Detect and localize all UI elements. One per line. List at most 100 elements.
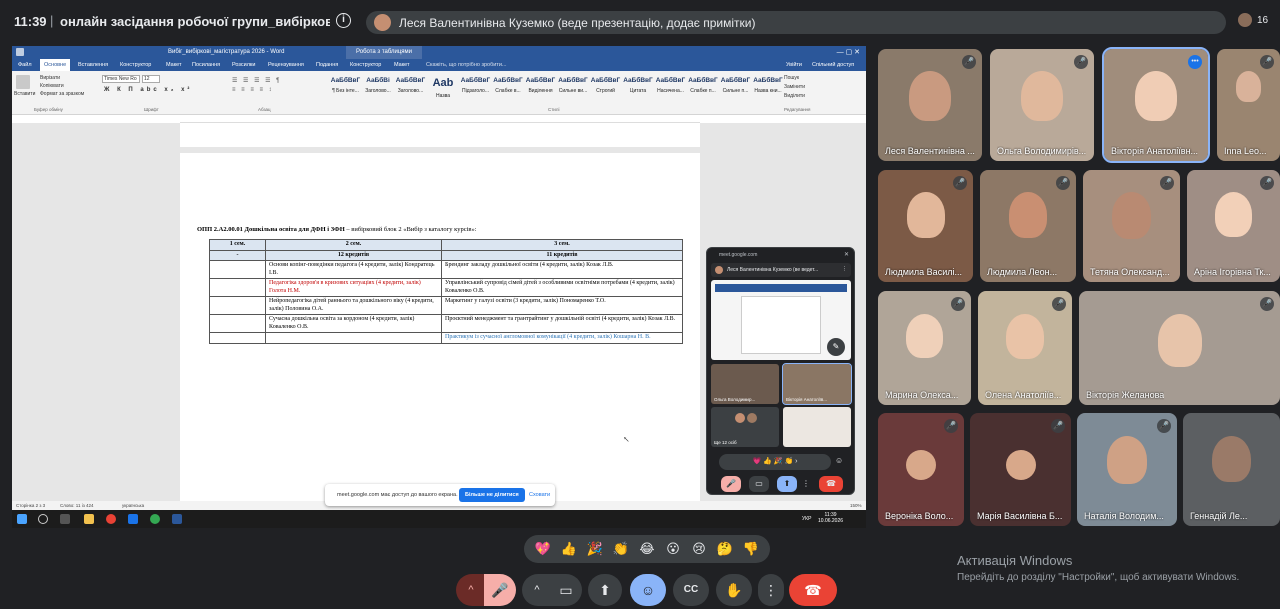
mic-off-icon[interactable]: 🎤: [484, 574, 516, 606]
pip-leave-button[interactable]: ☎: [819, 476, 843, 492]
participant-tile[interactable]: 🎤 Аріна Ігорівна Тк...: [1187, 170, 1280, 282]
pip-reaction[interactable]: 🎉: [774, 458, 783, 465]
info-icon[interactable]: i: [336, 13, 351, 28]
word-taskbar-icon[interactable]: [172, 514, 182, 524]
participant-tile[interactable]: ••• Вікторія Анатоліївн...: [1102, 47, 1210, 163]
search-icon[interactable]: [38, 514, 48, 524]
participant-tile[interactable]: 🎤 Марина Олекса...: [878, 291, 971, 405]
style-item[interactable]: АаБбВвГ Сильне ви...: [558, 77, 589, 99]
reaction-surprised[interactable]: 😮: [662, 541, 684, 557]
font-format-icons[interactable]: Ж К П abc x₂ x²: [104, 87, 192, 93]
participants-button[interactable]: 16: [1237, 12, 1268, 28]
taskbar-clock[interactable]: 11:39 10.06.2026: [818, 512, 843, 524]
pip-close-icon[interactable]: ✕: [844, 251, 849, 258]
windows-start-icon[interactable]: [17, 514, 27, 524]
participant-tile[interactable]: 🎤 Вероніка Воло...: [878, 413, 964, 526]
tab-design[interactable]: Конструктор: [120, 62, 151, 68]
file-explorer-icon[interactable]: [84, 514, 94, 524]
share-link[interactable]: Спільний доступ: [812, 62, 854, 68]
reaction-clap[interactable]: 👏: [610, 541, 632, 557]
leave-call-icon[interactable]: ☎: [789, 574, 837, 606]
cut-button[interactable]: Вирізати: [40, 75, 60, 81]
font-size-select[interactable]: 12: [142, 75, 160, 83]
participant-tile[interactable]: 🎤 Тетяна Олександ...: [1083, 170, 1180, 282]
tab-layout[interactable]: Макет: [166, 62, 182, 68]
style-item[interactable]: Aab Назва: [428, 77, 459, 99]
zoom-level[interactable]: 150%: [850, 503, 862, 508]
font-name-select[interactable]: Times New Ro: [102, 75, 140, 83]
document-page[interactable]: ОПП 2.А2.00.01 Дошкільна освіта для ДФН …: [180, 153, 700, 513]
stop-sharing-button[interactable]: Більше не ділитися: [459, 488, 525, 502]
find-button[interactable]: Пошук: [784, 75, 799, 81]
paste-label[interactable]: Вставити: [14, 91, 35, 97]
replace-button[interactable]: Замінити: [784, 84, 805, 90]
style-item[interactable]: АаБбВвГ Заголово...: [395, 77, 426, 99]
emoji-icon[interactable]: ☺: [630, 574, 666, 606]
pip-reaction[interactable]: 👍: [763, 458, 772, 465]
participant-tile[interactable]: 🎤 Марія Василівна Б...: [970, 413, 1071, 526]
participant-tile[interactable]: 🎤 Ольга Володимирів...: [990, 49, 1094, 161]
tab-insert[interactable]: Вставлення: [78, 62, 108, 68]
reaction-heart[interactable]: 💖: [532, 541, 554, 557]
status-words[interactable]: Слово: 11 із 424: [60, 503, 94, 508]
pip-annotate-icon[interactable]: ✎: [827, 338, 845, 356]
participant-tile[interactable]: 🎤 Inna Leo...: [1217, 49, 1280, 161]
style-item[interactable]: АаБбВвГ Виділення: [525, 77, 556, 99]
more-options-icon[interactable]: ⋮: [758, 574, 784, 606]
app-icon[interactable]: [128, 514, 138, 524]
hide-button[interactable]: Сховати: [529, 492, 550, 498]
style-item[interactable]: АаБбВвГ Строгий: [590, 77, 621, 99]
raise-hand-icon[interactable]: ✋: [716, 574, 752, 606]
meet-pip-window[interactable]: meet.google.com ✕ Леся Валентинівна Кузе…: [706, 247, 855, 495]
tab-table-design[interactable]: Конструктор: [350, 62, 381, 68]
meet-icon[interactable]: [150, 514, 160, 524]
style-item[interactable]: АаБбВвГ Цитата: [623, 77, 654, 99]
status-page[interactable]: Сторінка 2 з 3: [16, 503, 45, 508]
pip-emoji-icon[interactable]: ☺: [835, 456, 843, 465]
chrome-icon[interactable]: [106, 514, 116, 524]
task-view-icon[interactable]: [60, 514, 70, 524]
reaction-laugh[interactable]: 😂: [636, 541, 658, 557]
participant-tile[interactable]: 🎤 Вікторія Желанова: [1079, 291, 1280, 405]
style-item[interactable]: АаБбВвГ Сильне п...: [720, 77, 751, 99]
select-button[interactable]: Виділити: [784, 93, 805, 99]
captions-icon[interactable]: CC: [673, 574, 709, 606]
tab-view[interactable]: Подання: [316, 62, 338, 68]
reaction-thumbs-up[interactable]: 👍: [558, 541, 580, 557]
camera-icon[interactable]: ▭: [550, 574, 582, 606]
status-language[interactable]: українська: [122, 503, 144, 508]
tab-table-layout[interactable]: Макет: [394, 62, 410, 68]
align-icons[interactable]: ≡ ≡ ≡ ≡ ↕: [232, 87, 274, 93]
style-item[interactable]: АаБбВвГ Слабке в...: [493, 77, 524, 99]
paste-icon[interactable]: [16, 75, 30, 89]
pip-present-button[interactable]: ⬆: [777, 476, 797, 492]
reaction-sad[interactable]: 😢: [688, 541, 710, 557]
pip-camera-button[interactable]: ▭: [749, 476, 769, 492]
reaction-party[interactable]: 🎉: [584, 541, 606, 557]
format-painter-button[interactable]: Формат за зразком: [40, 91, 84, 97]
reaction-thumbs-down[interactable]: 👎: [740, 541, 762, 557]
tab-mailings[interactable]: Розсилки: [232, 62, 255, 68]
pip-more-button[interactable]: ⋮: [801, 476, 811, 492]
style-item[interactable]: АаБбВвГ Слабке п...: [688, 77, 719, 99]
video-options-button[interactable]: ^: [522, 574, 552, 606]
reaction-thinking[interactable]: 🤔: [714, 541, 736, 557]
tab-file[interactable]: Файл: [18, 62, 32, 68]
pip-reaction[interactable]: 👏: [785, 458, 794, 465]
participant-tile[interactable]: 🎤 Олена Анатоліїв...: [978, 291, 1072, 405]
participant-tile[interactable]: 🎤 Людмила Василі...: [878, 170, 973, 282]
save-icon[interactable]: [16, 48, 24, 56]
participant-tile[interactable]: 🎤 Леся Валентинівна ...: [878, 49, 982, 161]
pip-more-icon[interactable]: ⋮: [842, 266, 847, 272]
tab-review[interactable]: Рецензування: [268, 62, 304, 68]
style-item[interactable]: АаБбВвГ Підзаголо...: [460, 77, 491, 99]
participant-tile[interactable]: 🎤 Людмила Леон...: [980, 170, 1076, 282]
copy-button[interactable]: Копіювати: [40, 83, 64, 89]
pip-mic-button[interactable]: 🎤: [721, 476, 741, 492]
sign-in-link[interactable]: Увійти: [786, 62, 802, 68]
participant-tile[interactable]: 🎤 Наталія Володим...: [1077, 413, 1177, 526]
pip-reaction[interactable]: ›: [795, 458, 797, 465]
window-controls-icon[interactable]: — ▢ ✕: [837, 48, 860, 56]
pip-reaction[interactable]: 💗: [752, 458, 761, 465]
audio-options-button[interactable]: ^: [456, 574, 486, 606]
